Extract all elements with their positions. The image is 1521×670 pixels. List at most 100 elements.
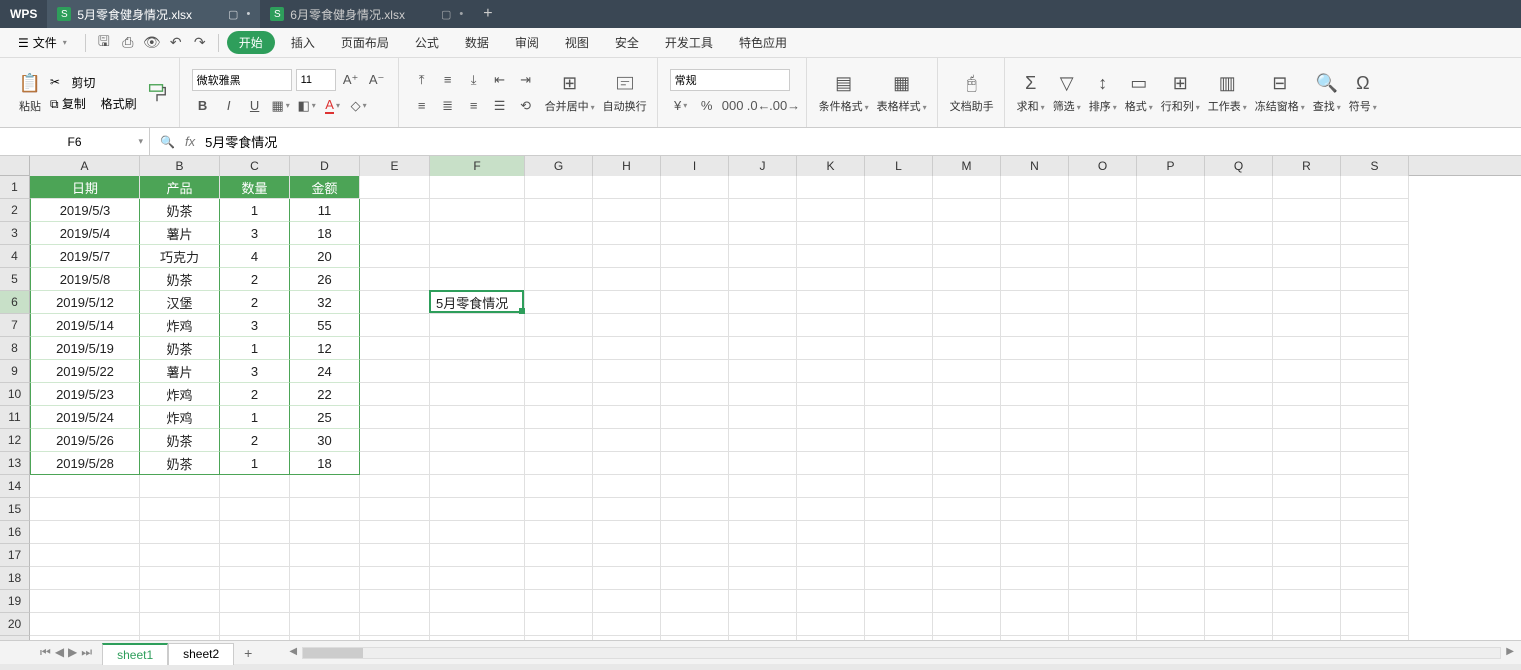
- cell-K12[interactable]: [797, 429, 865, 452]
- cell-E9[interactable]: [360, 360, 430, 383]
- align-right-icon[interactable]: ≡: [463, 95, 485, 117]
- cell-M12[interactable]: [933, 429, 1001, 452]
- cell-S13[interactable]: [1341, 452, 1409, 475]
- cell-E8[interactable]: [360, 337, 430, 360]
- cell-F9[interactable]: [430, 360, 525, 383]
- cell-A10[interactable]: 2019/5/23: [30, 383, 140, 406]
- cell-C21[interactable]: [220, 636, 290, 640]
- cell-J7[interactable]: [729, 314, 797, 337]
- cell-D2[interactable]: 11: [290, 199, 360, 222]
- cell-I4[interactable]: [661, 245, 729, 268]
- print-preview-icon[interactable]: 👁: [142, 33, 162, 53]
- cell-H18[interactable]: [593, 567, 661, 590]
- cell-H6[interactable]: [593, 291, 661, 314]
- cell-E17[interactable]: [360, 544, 430, 567]
- cell-G16[interactable]: [525, 521, 593, 544]
- cell-H2[interactable]: [593, 199, 661, 222]
- cell-F19[interactable]: [430, 590, 525, 613]
- cell-O19[interactable]: [1069, 590, 1137, 613]
- menu-tab-开始[interactable]: 开始: [227, 31, 275, 54]
- cell-S21[interactable]: [1341, 636, 1409, 640]
- column-header-I[interactable]: I: [661, 156, 729, 176]
- cell-M7[interactable]: [933, 314, 1001, 337]
- doc-helper-button[interactable]: 🖰 文档助手: [946, 72, 998, 114]
- cell-M13[interactable]: [933, 452, 1001, 475]
- cell-I19[interactable]: [661, 590, 729, 613]
- cell-B19[interactable]: [140, 590, 220, 613]
- cell-G4[interactable]: [525, 245, 593, 268]
- cell-G20[interactable]: [525, 613, 593, 636]
- column-header-K[interactable]: K: [797, 156, 865, 176]
- cell-R14[interactable]: [1273, 475, 1341, 498]
- cell-D12[interactable]: 30: [290, 429, 360, 452]
- cell-C14[interactable]: [220, 475, 290, 498]
- cell-L8[interactable]: [865, 337, 933, 360]
- cell-I11[interactable]: [661, 406, 729, 429]
- save-icon[interactable]: 🖫: [94, 33, 114, 53]
- cell-L4[interactable]: [865, 245, 933, 268]
- cell-L13[interactable]: [865, 452, 933, 475]
- cell-F17[interactable]: [430, 544, 525, 567]
- cell-S3[interactable]: [1341, 222, 1409, 245]
- cell-B14[interactable]: [140, 475, 220, 498]
- cell-C6[interactable]: 2: [220, 291, 290, 314]
- cell-G5[interactable]: [525, 268, 593, 291]
- cell-O2[interactable]: [1069, 199, 1137, 222]
- cell-N21[interactable]: [1001, 636, 1069, 640]
- cell-D3[interactable]: 18: [290, 222, 360, 245]
- cell-D17[interactable]: [290, 544, 360, 567]
- align-left-icon[interactable]: ≡: [411, 95, 433, 117]
- cell-G15[interactable]: [525, 498, 593, 521]
- cell-F4[interactable]: [430, 245, 525, 268]
- cell-S4[interactable]: [1341, 245, 1409, 268]
- cell-F20[interactable]: [430, 613, 525, 636]
- column-header-L[interactable]: L: [865, 156, 933, 176]
- cell-B2[interactable]: 奶茶: [140, 199, 220, 222]
- cell-Q5[interactable]: [1205, 268, 1273, 291]
- cell-M18[interactable]: [933, 567, 1001, 590]
- cell-D5[interactable]: 26: [290, 268, 360, 291]
- symbol-button[interactable]: Ω符号▾: [1345, 72, 1381, 114]
- column-header-Q[interactable]: Q: [1205, 156, 1273, 176]
- cell-S19[interactable]: [1341, 590, 1409, 613]
- cell-J1[interactable]: [729, 176, 797, 199]
- column-header-A[interactable]: A: [30, 156, 140, 176]
- cell-N19[interactable]: [1001, 590, 1069, 613]
- cell-M9[interactable]: [933, 360, 1001, 383]
- column-header-B[interactable]: B: [140, 156, 220, 176]
- menu-tab-公式[interactable]: 公式: [405, 30, 449, 55]
- cell-J15[interactable]: [729, 498, 797, 521]
- row-header-4[interactable]: 4: [0, 245, 30, 268]
- clear-format-button[interactable]: ◇▾: [348, 95, 370, 117]
- cell-N1[interactable]: [1001, 176, 1069, 199]
- cell-A1[interactable]: 日期: [30, 176, 140, 199]
- menu-tab-页面布局[interactable]: 页面布局: [331, 30, 399, 55]
- cell-Q20[interactable]: [1205, 613, 1273, 636]
- cell-F11[interactable]: [430, 406, 525, 429]
- cell-E5[interactable]: [360, 268, 430, 291]
- cell-G12[interactable]: [525, 429, 593, 452]
- cell-M3[interactable]: [933, 222, 1001, 245]
- document-tab-0[interactable]: S 5月零食健身情况.xlsx ▢ •: [47, 0, 260, 28]
- zoom-icon[interactable]: 🔍: [160, 135, 175, 149]
- cell-A6[interactable]: 2019/5/12: [30, 291, 140, 314]
- cell-I8[interactable]: [661, 337, 729, 360]
- cell-K7[interactable]: [797, 314, 865, 337]
- cell-P7[interactable]: [1137, 314, 1205, 337]
- cell-K9[interactable]: [797, 360, 865, 383]
- cell-Q9[interactable]: [1205, 360, 1273, 383]
- cell-B21[interactable]: [140, 636, 220, 640]
- tab-dot-icon[interactable]: •: [246, 8, 250, 21]
- cell-D15[interactable]: [290, 498, 360, 521]
- cell-E20[interactable]: [360, 613, 430, 636]
- cell-L15[interactable]: [865, 498, 933, 521]
- cell-C15[interactable]: [220, 498, 290, 521]
- cell-D20[interactable]: [290, 613, 360, 636]
- cell-M6[interactable]: [933, 291, 1001, 314]
- sort-button[interactable]: ↕排序▾: [1085, 72, 1121, 114]
- cell-J8[interactable]: [729, 337, 797, 360]
- fill-color-button[interactable]: ◧▾: [296, 95, 318, 117]
- cell-M15[interactable]: [933, 498, 1001, 521]
- cell-C1[interactable]: 数量: [220, 176, 290, 199]
- cell-H3[interactable]: [593, 222, 661, 245]
